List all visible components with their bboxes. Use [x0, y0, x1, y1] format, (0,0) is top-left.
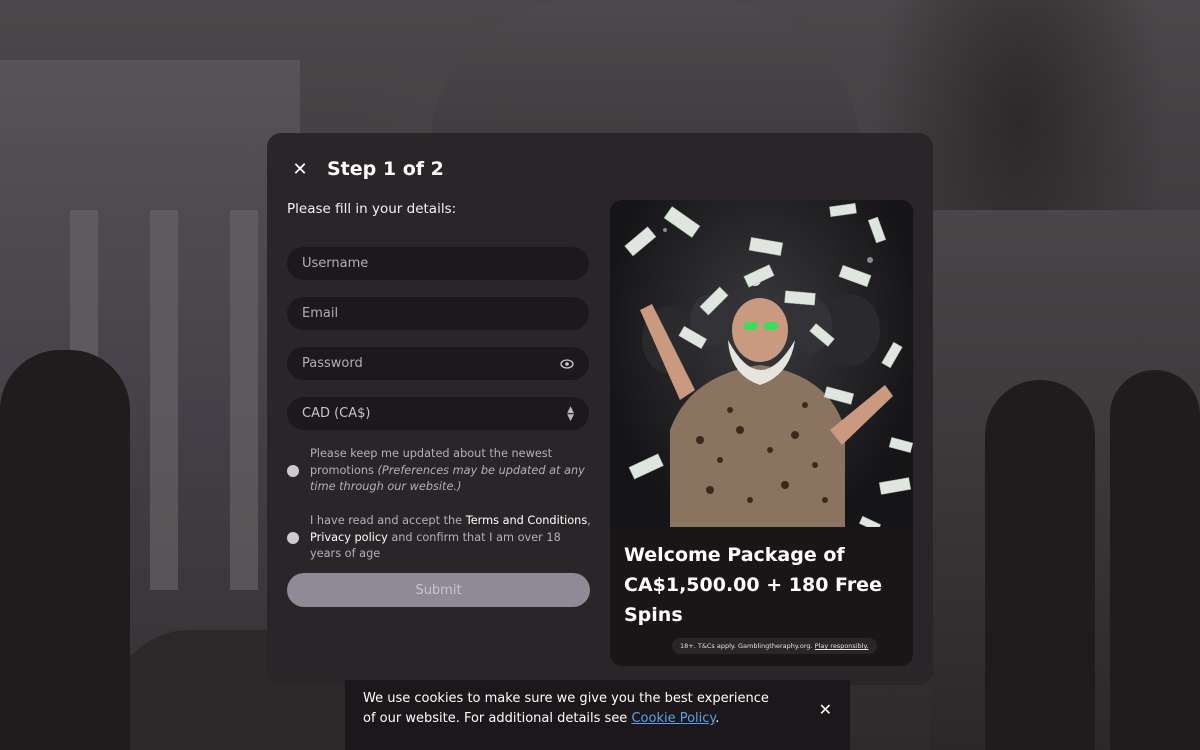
- form-subtitle: Please fill in your details:: [287, 201, 457, 217]
- cookie-message-end: .: [715, 711, 720, 726]
- cookie-policy-link[interactable]: Cookie Policy: [631, 711, 715, 726]
- username-input[interactable]: [302, 256, 574, 271]
- submit-button[interactable]: Submit: [287, 573, 590, 607]
- promo-image: [610, 200, 913, 527]
- terms-link[interactable]: Terms and Conditions: [466, 514, 588, 527]
- eye-icon[interactable]: [560, 357, 574, 371]
- privacy-link[interactable]: Privacy policy: [310, 531, 388, 544]
- currency-select[interactable]: CAD (CA$) ▲ ▼: [287, 397, 589, 430]
- currency-value: CAD (CA$): [302, 406, 371, 421]
- play-responsibly-link[interactable]: Play responsibly.: [815, 642, 869, 650]
- modal-header: ✕ Step 1 of 2: [287, 155, 444, 183]
- promotions-consent-text: Please keep me updated about the newest …: [310, 446, 592, 496]
- terms-checkbox[interactable]: [287, 531, 299, 544]
- background-person-left: [0, 350, 130, 750]
- password-input[interactable]: [302, 356, 560, 371]
- close-icon[interactable]: ✕: [287, 156, 313, 182]
- chevron-updown-icon: ▲ ▼: [567, 404, 574, 423]
- username-field[interactable]: [287, 247, 589, 280]
- promotions-consent: Please keep me updated about the newest …: [287, 446, 592, 496]
- step-title: Step 1 of 2: [327, 158, 444, 180]
- password-field[interactable]: [287, 347, 589, 380]
- responsible-gambling-text: 18+. T&Cs apply. Gamblingtheraphy.org.: [680, 642, 813, 650]
- welcome-promo-card: Welcome Package of CA$1,500.00 + 180 Fre…: [610, 200, 913, 666]
- terms-prefix: I have read and accept the: [310, 514, 463, 527]
- promo-headline: Welcome Package of CA$1,500.00 + 180 Fre…: [624, 544, 882, 626]
- terms-consent-text: I have read and accept the Terms and Con…: [310, 514, 591, 560]
- close-icon[interactable]: ✕: [819, 700, 832, 719]
- registration-modal: ✕ Step 1 of 2 Please fill in your detail…: [267, 133, 933, 685]
- email-field[interactable]: [287, 297, 589, 330]
- background-person-right-1: [985, 380, 1095, 750]
- background-dome: [430, 0, 860, 150]
- promotions-checkbox[interactable]: [287, 464, 299, 477]
- email-input[interactable]: [302, 306, 574, 321]
- cookie-banner: We use cookies to make sure we give you …: [345, 680, 850, 750]
- terms-consent: I have read and accept the Terms and Con…: [287, 513, 592, 563]
- cookie-message: We use cookies to make sure we give you …: [363, 689, 783, 729]
- responsible-gambling-note: 18+. T&Cs apply. Gamblingtheraphy.org. P…: [672, 638, 877, 654]
- background-person-right-2: [1110, 370, 1200, 750]
